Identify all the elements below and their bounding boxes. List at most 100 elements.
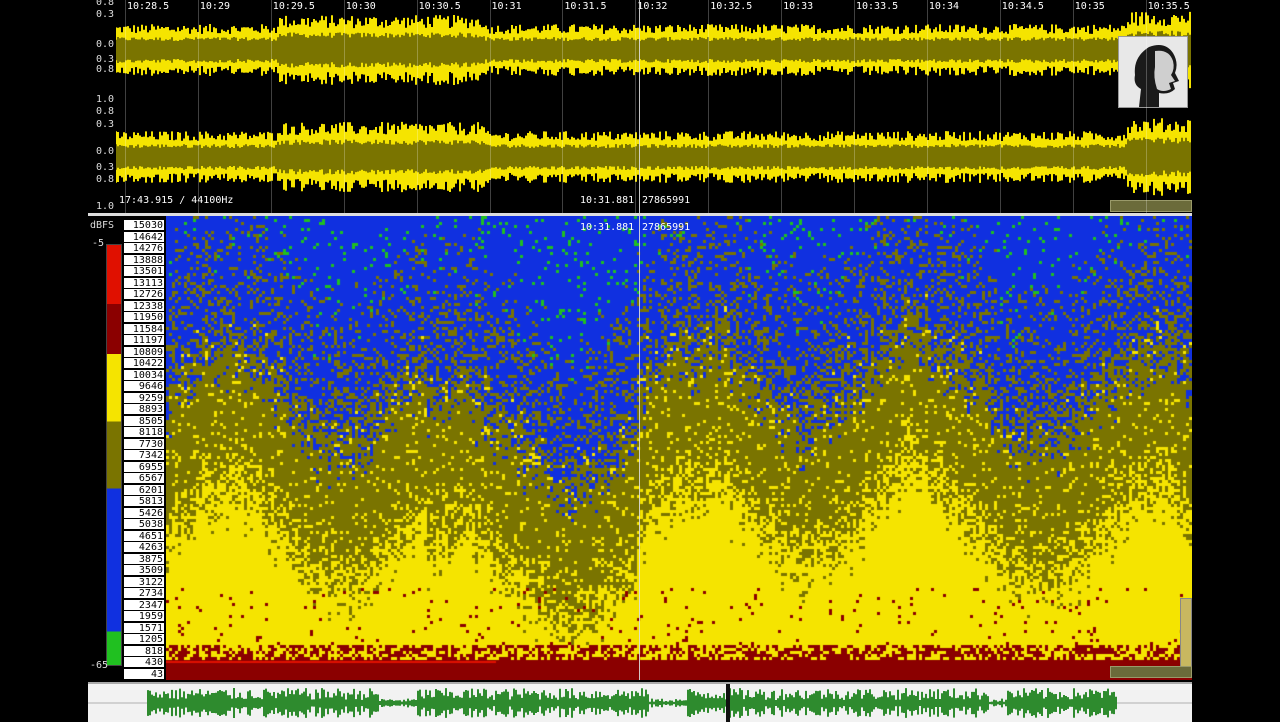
frequency-label: 8118: [124, 427, 164, 438]
frequency-label: 13113: [124, 277, 164, 289]
spectrogram-plot[interactable]: [166, 216, 1192, 680]
frequency-label: 6955: [124, 461, 164, 473]
profile-portrait-thumbnail: [1118, 36, 1188, 108]
frequency-label: 43: [124, 668, 164, 680]
amplitude-tick-label: 1.0: [95, 94, 114, 105]
amplitude-tick-label: 0.8: [95, 0, 114, 8]
colorbar: [106, 244, 122, 666]
amplitude-tick-label: 0.8: [95, 64, 114, 75]
frequency-label: 3875: [124, 553, 164, 565]
frequency-label: 13888: [124, 254, 164, 266]
frequency-label: 5813: [124, 496, 164, 507]
time-tick-label: 10:34: [928, 1, 959, 12]
amplitude-axis: 0.8 0.3 0.0 0.3 0.8 1.0 0.8 0.3 0.0 0.3 0.8 1.0: [88, 0, 116, 213]
time-tick-label: 10:30.5: [418, 1, 461, 12]
frequency-label: 1959: [124, 611, 164, 622]
legend-title: dBFS: [90, 220, 115, 231]
frequency-label: 7342: [124, 450, 164, 461]
amplitude-tick-label: 0.3: [95, 119, 114, 130]
time-tick-label: 10:29: [199, 1, 230, 12]
time-tick-label: 10:33.5: [856, 1, 899, 12]
frequency-label: 2347: [124, 599, 164, 611]
frequency-label: 11584: [124, 323, 164, 335]
frequency-label: 7730: [124, 438, 164, 450]
time-gridline: [197, 0, 199, 213]
frequency-label: 11950: [124, 312, 164, 323]
time-gridline: [781, 0, 783, 213]
time-gridline: [270, 0, 272, 213]
time-tick-label: 10:28.5: [127, 1, 170, 12]
time-tick-label: 10:35: [1074, 1, 1105, 12]
frequency-label: 8505: [124, 415, 164, 427]
time-gridline: [416, 0, 418, 213]
spectrogram-zoom-scrollbar[interactable]: [1110, 666, 1192, 678]
spectrogram-cursor-time-label: 10:31.881: [580, 222, 635, 233]
overview-waveform[interactable]: [88, 684, 1192, 722]
time-tick-label: 10:34.5: [1001, 1, 1044, 12]
time-gridline: [489, 0, 491, 213]
frequency-label: 13501: [124, 266, 164, 277]
waveform-panel[interactable]: 0.8 0.3 0.0 0.3 0.8 1.0 0.8 0.3 0.0 0.3 0.8 1.0 17:…: [88, 0, 1192, 213]
amplitude-tick-label: 0.3: [95, 9, 114, 20]
time-tick-label: 10:32: [637, 1, 668, 12]
amplitude-tick-label: 1.0: [95, 201, 114, 212]
frequency-label: 8893: [124, 404, 164, 415]
time-gridline: [1072, 0, 1074, 213]
waveform-zoom-scrollbar[interactable]: [1110, 200, 1192, 212]
frequency-label: 14276: [124, 243, 164, 254]
frequency-label: 5038: [124, 519, 164, 530]
playback-cursor-line[interactable]: [639, 0, 640, 680]
frequency-label: 10034: [124, 369, 164, 381]
spectrogram-cursor-sample-label: 27865991: [642, 222, 691, 233]
time-tick-label: 10:35.5: [1147, 1, 1190, 12]
frequency-axis: 15030 14642 14276 13888 13501 13113 12726 12338…: [124, 220, 166, 680]
spectrogram-panel[interactable]: dBFS -5 -65 15030 14642 14276 13888 13501 131…: [88, 216, 1192, 680]
cursor-time-label: 10:31.881: [580, 195, 635, 206]
frequency-label: 4263: [124, 542, 164, 553]
frequency-label: 2734: [124, 588, 164, 599]
frequency-label: 6201: [124, 484, 164, 496]
dbfs-color-legend: dBFS -5 -65: [88, 216, 124, 680]
time-gridline: [635, 0, 637, 213]
frequency-label: 6567: [124, 473, 164, 484]
frequency-label: 818: [124, 645, 164, 657]
time-tick-label: 10:33: [783, 1, 814, 12]
waveform-plot[interactable]: [116, 0, 1192, 213]
duration-samplerate-label: 17:43.915 / 44100Hz: [119, 195, 234, 206]
frequency-label: 9646: [124, 381, 164, 392]
time-tick-label: 10:32.5: [710, 1, 753, 12]
legend-min-label: -65: [90, 660, 109, 671]
time-gridline: [999, 0, 1001, 213]
frequency-label: 9259: [124, 392, 164, 404]
amplitude-tick-label: 0.8: [95, 174, 114, 185]
time-gridline: [125, 0, 126, 213]
time-tick-label: 10:30: [345, 1, 376, 12]
time-gridline: [926, 0, 928, 213]
frequency-label: 1205: [124, 634, 164, 645]
amplitude-tick-label: 0.8: [95, 106, 114, 117]
frequency-label: 430: [124, 657, 164, 668]
frequency-zoom-scrollbar[interactable]: [1180, 598, 1192, 670]
time-tick-label: 10:29.5: [272, 1, 315, 12]
time-gridline: [1145, 0, 1147, 213]
frequency-label: 5426: [124, 507, 164, 519]
frequency-label: 10809: [124, 346, 164, 358]
legend-max-label: -5: [92, 238, 105, 249]
frequency-label: 11197: [124, 335, 164, 346]
frequency-label: 3122: [124, 576, 164, 588]
frequency-label: 3509: [124, 565, 164, 576]
time-gridline: [854, 0, 855, 213]
amplitude-tick-label: 0.0: [95, 146, 114, 157]
amplitude-tick-label: 0.3: [95, 162, 114, 173]
time-gridline: [708, 0, 710, 213]
frequency-label: 15030: [124, 220, 164, 231]
time-gridline: [343, 0, 345, 213]
time-tick-label: 10:31.5: [564, 1, 607, 12]
overview-position-marker[interactable]: [726, 684, 730, 722]
frequency-label: 12726: [124, 289, 164, 300]
time-gridline: [562, 0, 564, 213]
cursor-sample-label: 27865991: [642, 195, 691, 206]
frequency-label: 12338: [124, 300, 164, 312]
frequency-label: 10422: [124, 358, 164, 369]
overview-timeline[interactable]: [88, 682, 1192, 722]
